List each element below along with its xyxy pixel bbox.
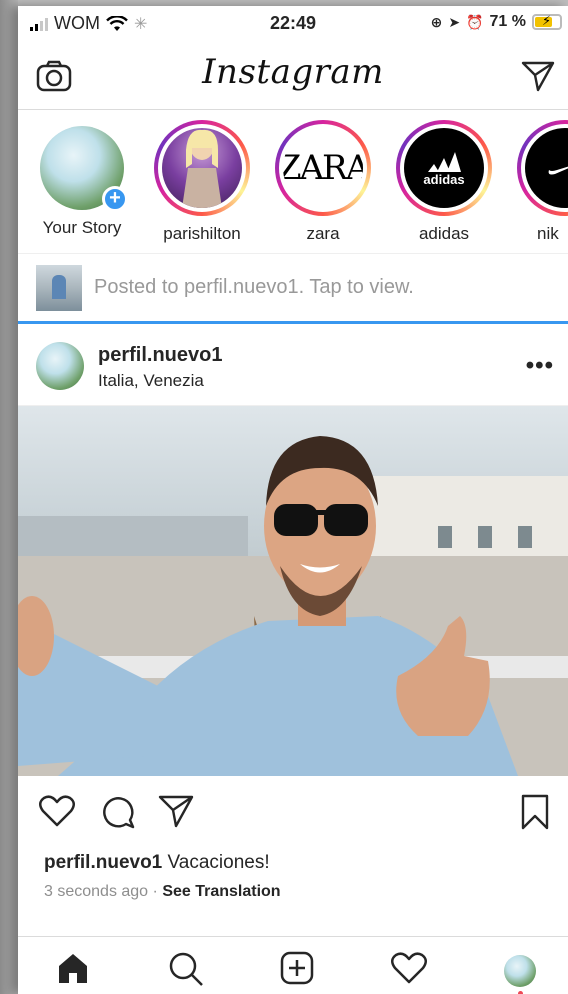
nike-swoosh-icon — [525, 128, 568, 208]
post-actions — [18, 776, 568, 846]
post-author-avatar[interactable] — [36, 342, 84, 390]
post-caption: perfil.nuevo1 Vacaciones! — [44, 852, 270, 874]
adidas-logo-text: adidas — [423, 171, 465, 187]
app-header: Instagram — [18, 40, 568, 110]
battery-icon: ⚡ — [532, 13, 562, 30]
post-username[interactable]: perfil.nuevo1 — [98, 344, 222, 367]
story-adidas[interactable]: adidas adidas — [390, 120, 498, 244]
comment-icon[interactable] — [100, 794, 136, 830]
post-photo[interactable] — [18, 406, 568, 776]
story-zara[interactable]: ZARA zara — [269, 120, 377, 244]
story-name: zara — [306, 224, 340, 243]
heart-icon[interactable] — [38, 794, 76, 828]
adidas-logo: adidas — [404, 128, 484, 208]
caption-username[interactable]: perfil.nuevo1 — [44, 852, 162, 873]
stories-tray[interactable]: + Your Story parishilton ZARA zara adida… — [18, 110, 568, 254]
new-post-icon[interactable] — [280, 951, 314, 985]
activity-heart-icon[interactable] — [390, 951, 428, 985]
bottom-tab-bar — [18, 936, 568, 994]
story-name: nik — [537, 224, 559, 243]
story-your-story[interactable]: + Your Story — [28, 120, 136, 238]
status-right: ⊕ ➤ ⏰ 71 % ⚡ — [431, 13, 562, 31]
home-icon[interactable] — [56, 951, 90, 985]
search-icon[interactable] — [168, 951, 204, 987]
profile-avatar[interactable] — [504, 955, 536, 987]
meta-separator: · — [152, 883, 158, 900]
story-name: Your Story — [42, 218, 122, 237]
phone-screen: WOM ✳ 22:49 ⊕ ➤ ⏰ 71 % ⚡ Instagram + You… — [18, 6, 568, 994]
bookmark-icon[interactable] — [520, 794, 550, 830]
post-meta: 3 seconds ago · See Translation — [44, 883, 281, 901]
alarm-icon: ⏰ — [466, 13, 484, 30]
story-name: parishilton — [163, 224, 241, 243]
caption-text: Vacaciones! — [167, 852, 270, 873]
instagram-logo: Instagram — [202, 52, 384, 92]
post-location[interactable]: Italia, Venezia — [98, 371, 204, 391]
notice-thumbnail — [36, 264, 82, 311]
see-translation-link[interactable]: See Translation — [162, 883, 280, 900]
orientation-lock-icon: ⊕ — [430, 13, 443, 30]
zara-logo: ZARA — [283, 128, 363, 208]
story-avatar — [162, 128, 242, 208]
post-header: perfil.nuevo1 Italia, Venezia ••• — [18, 324, 568, 406]
more-options-icon[interactable]: ••• — [526, 352, 554, 380]
story-parishilton[interactable]: parishilton — [148, 120, 256, 244]
location-arrow-icon: ➤ — [448, 13, 461, 30]
status-bar: WOM ✳ 22:49 ⊕ ➤ ⏰ 71 % ⚡ — [18, 6, 568, 40]
story-name: adidas — [418, 224, 470, 243]
your-story-avatar: + — [40, 126, 128, 212]
notice-text: Posted to perfil.nuevo1. Tap to view. — [94, 276, 414, 298]
selfie-illustration — [18, 436, 568, 776]
paper-plane-icon[interactable] — [520, 60, 556, 92]
share-paper-plane-icon[interactable] — [158, 794, 194, 828]
upload-notice[interactable]: Posted to perfil.nuevo1. Tap to view. — [18, 254, 568, 324]
story-nike[interactable]: nik — [511, 120, 568, 244]
add-story-plus-icon[interactable]: + — [102, 186, 128, 212]
battery-percent: 71 % — [489, 13, 526, 30]
post-timestamp: 3 seconds ago — [44, 883, 149, 900]
window-frame-left — [0, 0, 18, 994]
